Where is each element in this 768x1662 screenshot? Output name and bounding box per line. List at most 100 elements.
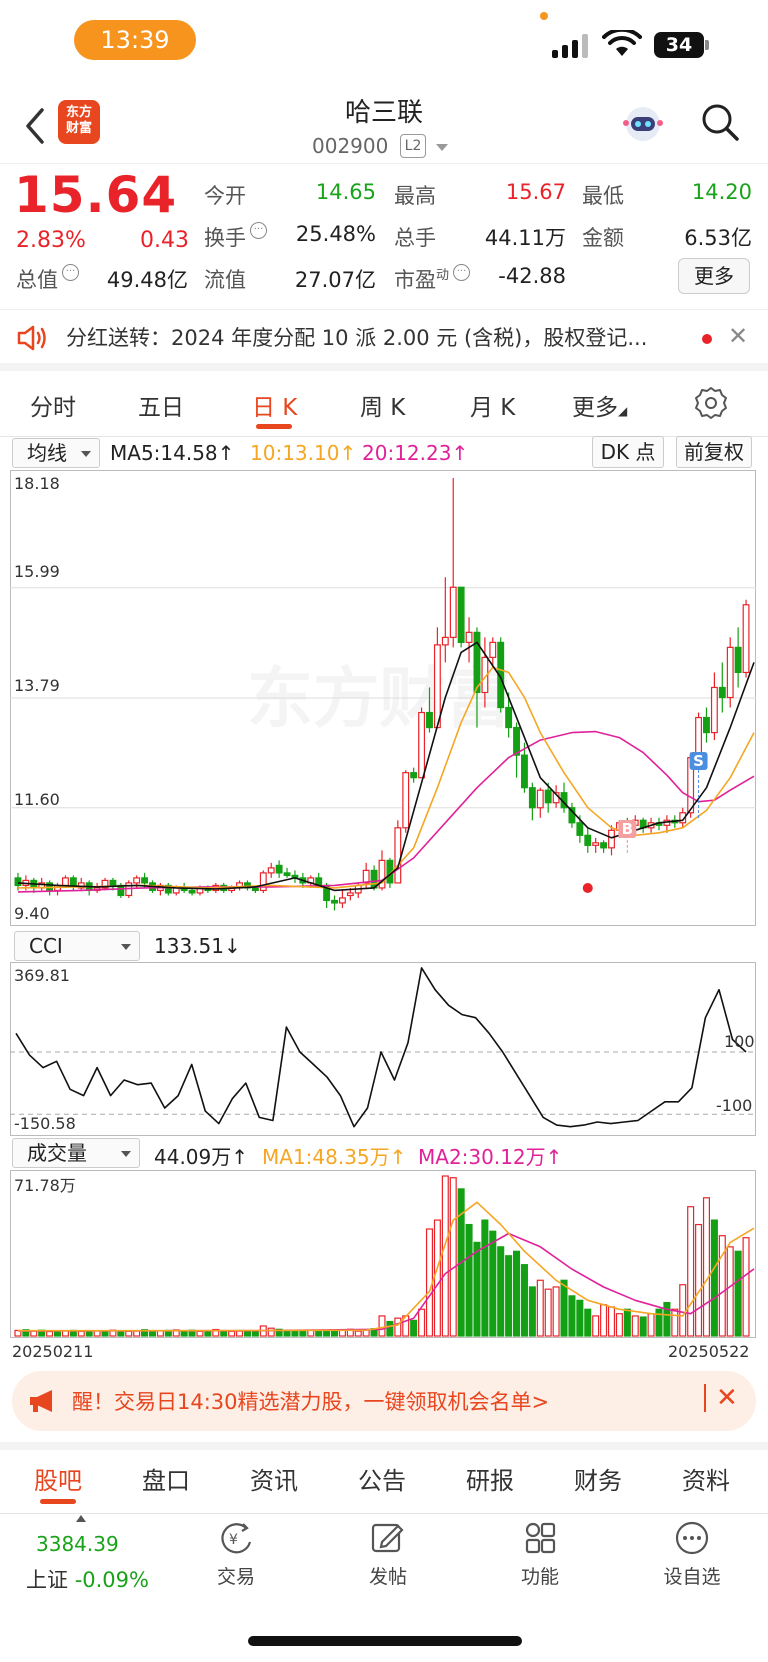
index-change: -0.09% <box>74 1568 149 1592</box>
volume-bar <box>133 1330 141 1337</box>
indicator-selector-ma[interactable]: 均线 <box>12 438 100 468</box>
tab-pankou[interactable]: 盘口 <box>142 1461 190 1496</box>
privacy-dot-icon <box>540 12 548 20</box>
candle-body <box>188 889 196 894</box>
volume-bar <box>46 1330 54 1337</box>
active-tab-indicator <box>256 424 292 429</box>
battery-nub <box>705 40 709 50</box>
indicator-selector-cci[interactable]: CCI <box>14 931 140 961</box>
candle-body <box>402 772 410 829</box>
stock-switch-caret-icon[interactable] <box>436 144 448 151</box>
ma10-line <box>17 666 755 889</box>
volume-bar <box>742 1237 750 1337</box>
tab-research[interactable]: 研报 <box>466 1461 514 1496</box>
active-content-tab-indicator <box>40 1499 76 1504</box>
volume-bar <box>489 1230 497 1337</box>
volume-bar <box>607 1306 616 1337</box>
cci-line <box>15 967 747 1128</box>
volume-ma1-line <box>18 1201 755 1332</box>
candle-body <box>418 711 426 779</box>
tab-profile[interactable]: 资料 <box>682 1461 730 1496</box>
tab-finance[interactable]: 财务 <box>574 1461 622 1496</box>
info-icon[interactable]: ··· <box>250 222 267 239</box>
nav-add-watchlist[interactable]: 设自选 <box>652 1520 732 1589</box>
edit-post-icon <box>371 1523 404 1553</box>
candle-body <box>608 829 615 849</box>
volume-bar <box>623 1308 631 1337</box>
dk-point-button[interactable]: DK 点 <box>592 436 664 468</box>
candle-body <box>61 877 69 887</box>
volume-bar <box>615 1313 623 1337</box>
total-value-label-text: 总值 <box>16 268 58 292</box>
cci-chart[interactable] <box>10 962 756 1136</box>
volume-bar <box>544 1288 552 1337</box>
index-ticker[interactable]: 上证 -0.09% <box>26 1564 149 1594</box>
unread-dot <box>702 334 712 344</box>
quote-label-open: 今开 <box>204 184 246 208</box>
quote-value-total-value: 49.48亿 <box>106 268 188 292</box>
index-expand-icon[interactable] <box>76 1515 86 1522</box>
ma20-line <box>17 730 755 893</box>
volume-bar <box>228 1330 236 1337</box>
volume-bar <box>465 1223 473 1337</box>
chart-settings-gear-icon[interactable] <box>694 386 728 420</box>
nav-post[interactable]: 发帖 <box>348 1520 428 1589</box>
kline-y-tick: 11.60 <box>14 790 60 809</box>
candle-body <box>133 877 141 884</box>
volume-bar <box>568 1295 576 1337</box>
tab-more[interactable]: 更多◢ <box>572 388 627 422</box>
volume-bar <box>299 1330 307 1337</box>
dividend-text[interactable]: 分红送转：2024 年度分配 10 派 2.00 元 (含税)，股权登记... <box>66 322 647 352</box>
tab-announcements[interactable]: 公告 <box>358 1461 406 1496</box>
indicator-selector-volume[interactable]: 成交量 <box>12 1138 140 1168</box>
tab-guba[interactable]: 股吧 <box>34 1461 82 1496</box>
nav-functions[interactable]: 功能 <box>500 1520 580 1589</box>
volume-chart[interactable] <box>10 1170 756 1338</box>
nav-trade[interactable]: ¥ 交易 <box>196 1520 276 1589</box>
tab-more-caret-icon: ◢ <box>618 404 628 418</box>
tab-monthly-k[interactable]: 月 K <box>470 388 515 422</box>
volume-bar <box>315 1330 323 1337</box>
index-value[interactable]: 3384.39 <box>36 1532 119 1556</box>
tab-five-day[interactable]: 五日 <box>138 388 184 422</box>
level2-badge[interactable]: L2 <box>400 134 426 158</box>
candle-body <box>259 872 267 892</box>
kline-y-tick: 15.99 <box>14 562 60 581</box>
volume-ma2-line <box>17 1232 755 1332</box>
close-promo-icon[interactable]: ✕ <box>716 1383 738 1413</box>
info-icon[interactable]: ··· <box>453 264 471 281</box>
ma5-line <box>17 641 755 892</box>
quote-value-volume: 44.11万 <box>484 226 566 250</box>
promo-text[interactable]: 醒！交易日14:30精选潜力股，一键领取机会名单> <box>72 1386 549 1416</box>
tab-news[interactable]: 资讯 <box>250 1461 298 1496</box>
quote-label-high: 最高 <box>394 184 436 208</box>
volume-bar <box>386 1320 394 1337</box>
tab-weekly-k[interactable]: 周 K <box>360 388 405 422</box>
signal-icon <box>552 32 590 58</box>
period-tabs: 分时 五日 日 K 周 K 月 K 更多◢ <box>0 376 768 436</box>
ai-robot-icon[interactable] <box>622 103 664 143</box>
volume-bar <box>679 1284 687 1337</box>
kline-chart[interactable]: SB <box>10 470 756 926</box>
info-icon[interactable]: ··· <box>62 264 79 281</box>
nav-post-label: 发帖 <box>368 1566 407 1588</box>
volume-bar <box>513 1250 521 1337</box>
tab-daily-k[interactable]: 日 K <box>252 388 297 422</box>
volume-bar <box>695 1223 703 1337</box>
cci-y-tick: 100 <box>724 1032 755 1051</box>
close-banner-icon[interactable]: ✕ <box>728 322 748 350</box>
more-quote-button[interactable]: 更多 <box>678 258 750 294</box>
quote-label-turnover: 换手 ··· <box>204 222 267 252</box>
volume-bar <box>101 1330 109 1337</box>
candle-body <box>331 899 338 904</box>
volume-bar <box>117 1330 125 1337</box>
adjust-button[interactable]: 前复权 <box>676 436 752 468</box>
volume-bar <box>576 1299 584 1337</box>
tab-intraday[interactable]: 分时 <box>30 388 76 422</box>
candle-body <box>600 842 608 849</box>
candle-body <box>703 716 710 734</box>
volume-bar <box>710 1219 718 1337</box>
volume-bar <box>418 1308 426 1337</box>
candle-body <box>584 834 592 846</box>
search-icon[interactable] <box>700 102 740 142</box>
